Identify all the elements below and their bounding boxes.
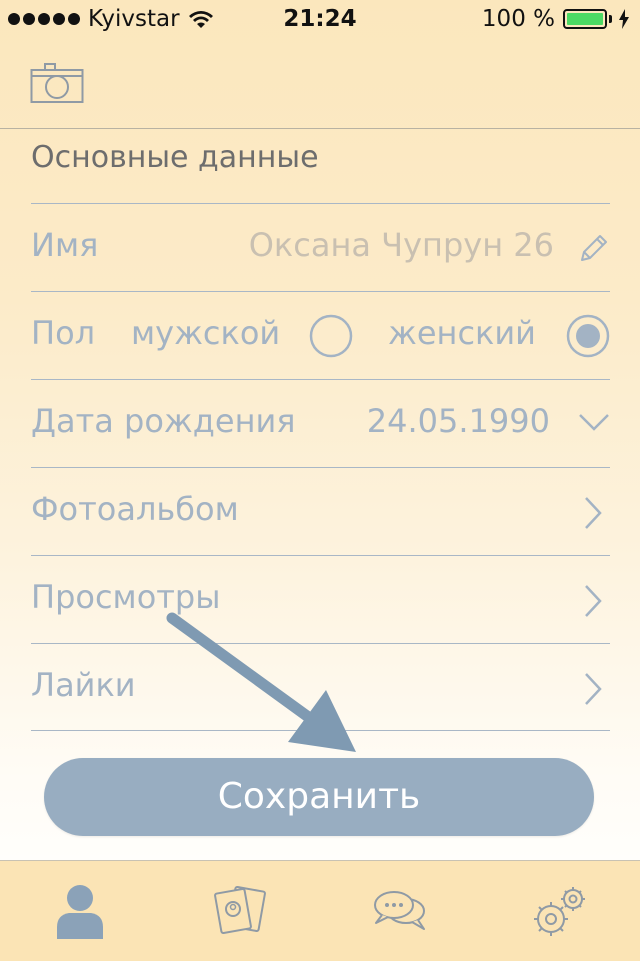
gender-label: Пол (31, 314, 96, 352)
tab-profile[interactable] (0, 861, 160, 961)
gender-row: Пол мужской женский (31, 291, 610, 380)
chat-icon (374, 891, 425, 930)
photo-album-row[interactable]: Фотоальбом (31, 467, 610, 556)
name-row[interactable]: Имя Оксана Чупрун 26 (31, 203, 610, 292)
pencil-icon[interactable] (576, 232, 610, 266)
likes-row[interactable]: Лайки (31, 643, 610, 732)
status-right: 100 % (482, 6, 630, 32)
gender-female-label[interactable]: женский (388, 314, 536, 352)
settings-icon (534, 887, 585, 936)
chevron-right-icon[interactable] (584, 496, 602, 530)
gender-male-label[interactable]: мужской (131, 314, 280, 352)
likes-label: Лайки (31, 666, 136, 704)
battery-percent: 100 % (481, 6, 555, 32)
radio-female[interactable] (566, 314, 610, 358)
battery-nub (609, 15, 612, 23)
tab-settings[interactable] (480, 861, 640, 961)
tab-chat[interactable] (320, 861, 480, 961)
charging-icon (619, 9, 629, 29)
views-label: Просмотры (31, 578, 221, 616)
section-title: Основные данные (31, 140, 319, 175)
profile-icon (57, 885, 103, 939)
battery-icon (563, 9, 607, 29)
chevron-down-icon[interactable] (578, 412, 610, 432)
chevron-right-icon[interactable] (584, 672, 602, 706)
row-divider (31, 730, 610, 731)
chevron-right-icon[interactable] (584, 584, 602, 618)
header (0, 40, 640, 129)
name-label: Имя (31, 226, 99, 264)
tab-cards[interactable] (160, 861, 320, 961)
name-value[interactable]: Оксана Чупрун 26 (249, 226, 554, 264)
photo-album-label: Фотоальбом (31, 490, 239, 528)
status-bar: Kyivstar 21:24 100 % (0, 0, 640, 40)
birthdate-value[interactable]: 24.05.1990 (367, 402, 550, 440)
radio-male[interactable] (309, 314, 353, 358)
birthdate-row[interactable]: Дата рождения 24.05.1990 (31, 379, 610, 468)
cards-icon (214, 886, 266, 934)
views-row[interactable]: Просмотры (31, 555, 610, 644)
birthdate-label: Дата рождения (31, 402, 296, 440)
camera-icon[interactable] (30, 62, 84, 104)
tab-bar (0, 860, 640, 961)
save-button[interactable]: Сохранить (44, 758, 594, 836)
